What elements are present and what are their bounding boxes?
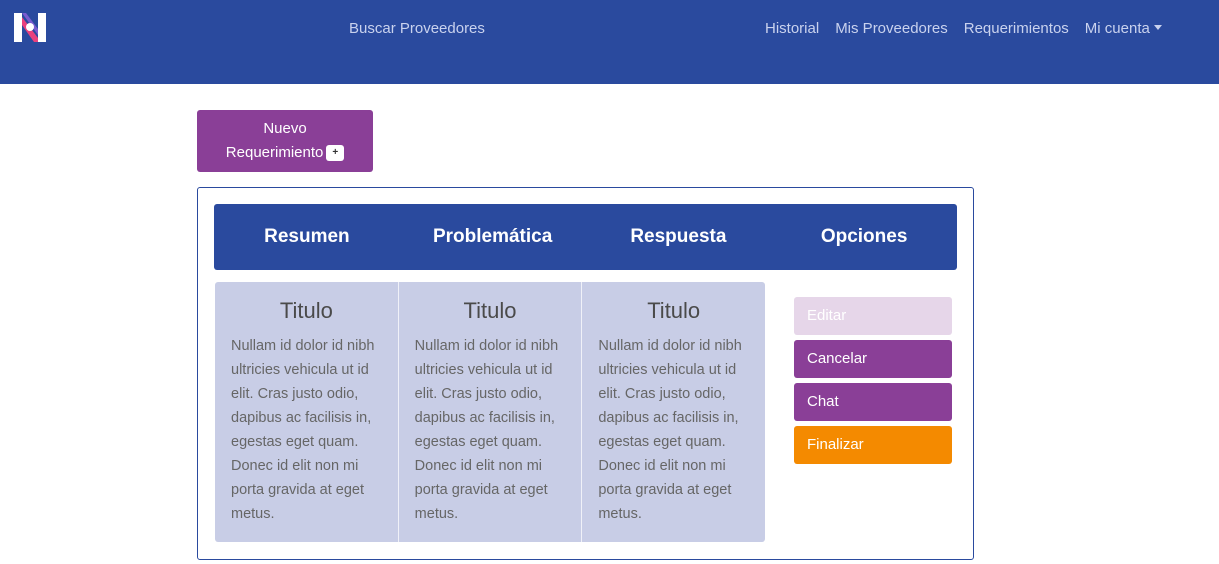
cell-text: Nullam id dolor id nibh ultricies vehicu… [598,338,742,522]
navbar: Buscar Proveedores Historial Mis Proveed… [0,0,1219,84]
cell-text: Nullam id dolor id nibh ultricies vehicu… [231,338,375,522]
cancel-button[interactable]: Cancelar [794,340,952,378]
nav-search-providers[interactable]: Buscar Proveedores [349,20,485,37]
header-resumen: Resumen [264,226,350,247]
new-request-label: Requerimiento [225,144,324,161]
finalize-button[interactable]: Finalizar [794,426,952,464]
resumen-cell: Titulo Nullam id dolor id nibh ultricies… [215,282,399,542]
caret-down-icon [1153,25,1162,30]
table-header: Resumen Problemática Respuesta Opciones [214,204,957,270]
request-panel: Resumen Problemática Respuesta Opciones … [197,187,974,560]
respuesta-cell: Titulo Nullam id dolor id nibh ultricies… [582,282,765,542]
cell-text: Nullam id dolor id nibh ultricies vehicu… [414,338,559,522]
options-list: Editar Cancelar Chat Finalizar [794,297,952,469]
logo-icon[interactable] [14,13,46,42]
plus-icon: + [326,145,345,161]
problematica-cell: Titulo Nullam id dolor id nibh ultricies… [399,282,583,542]
header-respuesta: Respuesta [630,226,727,247]
nav-links: Historial Mis Proveedores Requerimientos… [765,20,1162,37]
cell-title: Titulo [647,298,701,323]
cell-title: Titulo [279,298,333,323]
nav-mi-cuenta-dropdown[interactable]: Mi cuenta [1085,20,1162,37]
new-request-line2: Requerimiento + [197,141,373,165]
header-problematica: Problemática [432,226,553,247]
new-request-button[interactable]: Nuevo Requerimiento + [197,110,373,172]
edit-button[interactable]: Editar [794,297,952,335]
nav-historial[interactable]: Historial [765,20,819,37]
request-content: Titulo Nullam id dolor id nibh ultricies… [215,282,765,542]
new-request-line1: Nuevo [263,120,307,137]
cell-title: Titulo [463,298,517,323]
header-opciones: Opciones [820,226,908,247]
chat-button[interactable]: Chat [794,383,952,421]
nav-mis-proveedores[interactable]: Mis Proveedores [835,20,948,37]
mi-cuenta-label: Mi cuenta [1084,20,1150,37]
nav-requerimientos[interactable]: Requerimientos [964,20,1069,37]
